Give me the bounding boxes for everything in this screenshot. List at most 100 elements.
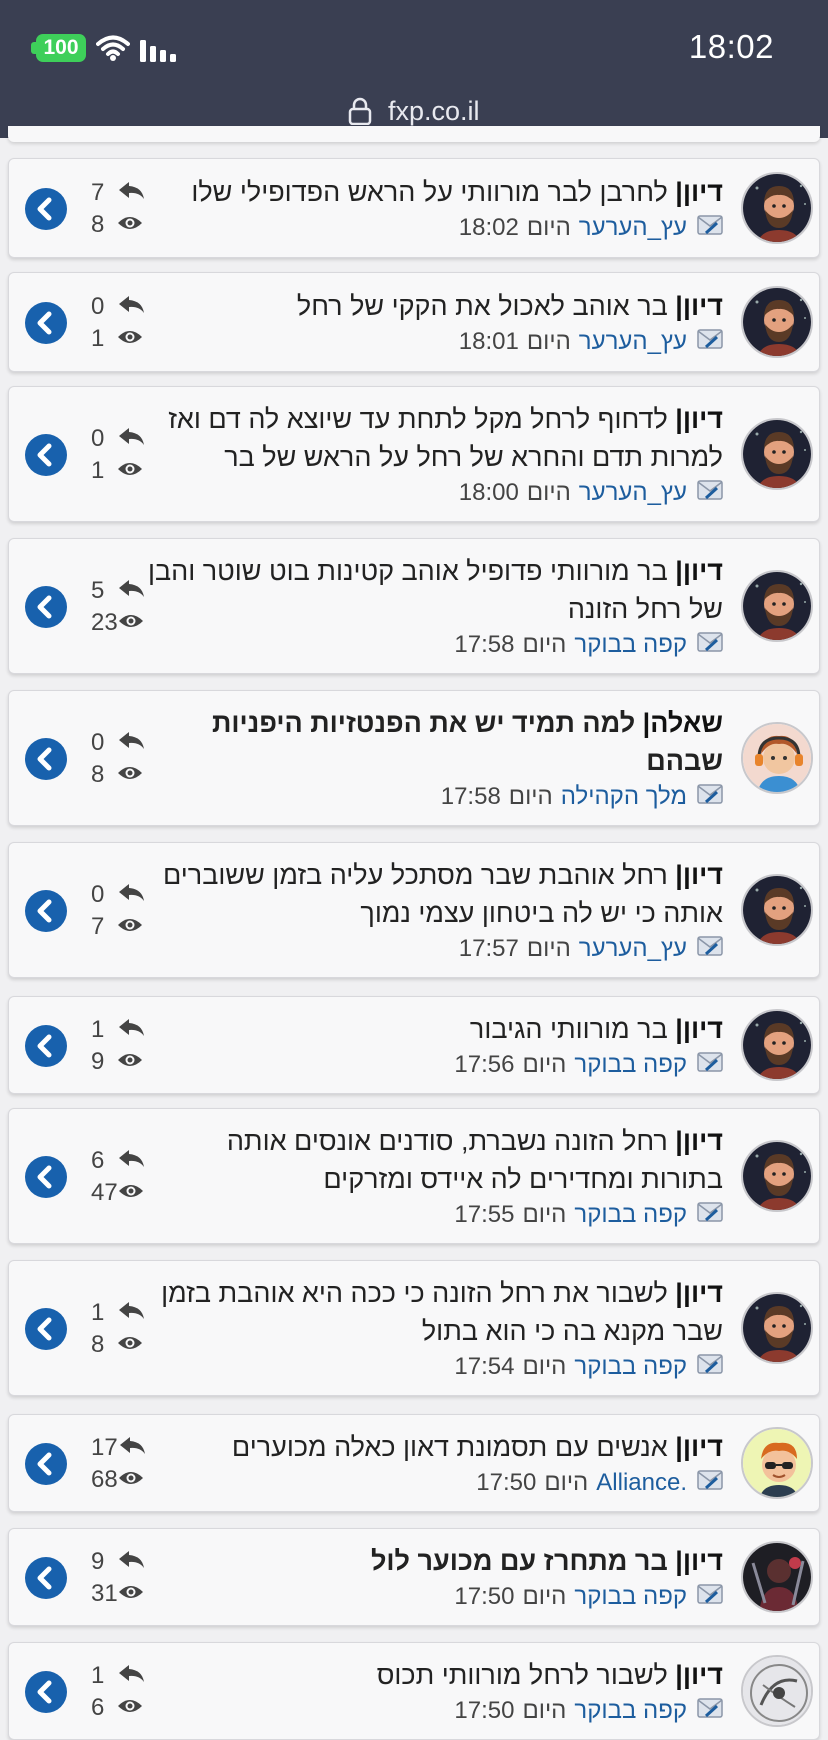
thread-title[interactable]: דיון| לשבור לרחל מורוותי תכוס [143,1656,723,1694]
thread-meta: קפה בבוקר היום 17:54 [143,1350,723,1384]
reply-count: 1 [91,1299,105,1326]
view-count: 8 [91,211,105,238]
thread-author[interactable]: קפה בבוקר [574,1198,687,1232]
go-to-thread-button[interactable] [25,302,67,344]
thread-author[interactable]: .Alliance [596,1466,687,1500]
reply-count: 6 [91,1147,105,1174]
view-count: 8 [91,761,105,788]
bearded-man-avatar[interactable] [741,1292,813,1364]
view-count-row: 31 [91,1578,161,1610]
thread-day: היום [544,1469,589,1496]
thread-card[interactable]: דיון| בר אוהב לאכול את הקקי של רחל עץ_הע… [8,272,820,372]
thread-author[interactable]: קפה בבוקר [574,1580,687,1614]
bearded-man-avatar[interactable] [741,1009,813,1081]
thread-card[interactable]: דיון| בר מורוותי הגיבור קפה בבוקר היום 1… [8,996,820,1094]
thread-stats: 0 1 [91,423,161,487]
thread-title[interactable]: דיון| רחל הזונה נשברת, סודנים אונסים אות… [143,1122,723,1198]
thread-title-text: רחל הזונה נשברת, סודנים אונסים אותה בתור… [226,1126,723,1194]
reply-icon [117,425,145,453]
thread-title[interactable]: דיון| לשבור את רחל הזונה כי ככה היא אוהב… [143,1274,723,1350]
go-to-thread-button[interactable] [25,1443,67,1485]
reply-count: 7 [91,179,105,206]
envelope-icon [697,1694,723,1728]
go-to-thread-button[interactable] [25,738,67,780]
thread-card[interactable]: דיון| לשבור את רחל הזונה כי ככה היא אוהב… [8,1260,820,1396]
go-to-thread-button[interactable] [25,890,67,932]
bearded-man-avatar[interactable] [741,570,813,642]
thread-title[interactable]: דיון| בר אוהב לאכול את הקקי של רחל [143,287,723,325]
bearded-man-avatar[interactable] [741,874,813,946]
thread-author[interactable]: עץ_הערער [579,476,687,510]
status-bar: 100 18:02 fxp.co.il [0,0,828,138]
address-bar[interactable]: fxp.co.il [0,96,828,127]
thread-title[interactable]: דיון| בר מורוותי פדופיל אוהב קטינות בוט … [143,552,723,628]
envelope-icon [697,1350,723,1384]
dark-figure-avatar[interactable] [741,1541,813,1613]
thread-meta: .Alliance היום 17:50 [143,1466,723,1500]
thread-title[interactable]: דיון| אנשים עם תסמונת דאון כאלה מכוערים [143,1428,723,1466]
go-to-thread-button[interactable] [25,1557,67,1599]
eye-icon [118,1466,144,1494]
envelope-icon [697,1580,723,1614]
thread-author[interactable]: עץ_הערער [579,932,687,966]
thread-title[interactable]: דיון| בר מתחרז עם מכוער לול [143,1542,723,1580]
thread-card[interactable]: דיון| רחל הזונה נשברת, סודנים אונסים אות… [8,1108,820,1244]
reply-count: 0 [91,293,105,320]
thread-day: היום [522,1697,567,1724]
thread-title-text: לשבור לרחל מורוותי תכוס [376,1660,668,1690]
thread-meta: עץ_הערער היום 18:00 [143,476,723,510]
thread-title[interactable]: דיון| לחרבן לבר מורוותי על הראש הפדופילי… [143,173,723,211]
thread-meta: קפה בבוקר היום 17:58 [143,628,723,662]
go-to-thread-button[interactable] [25,188,67,230]
thread-author[interactable]: קפה בבוקר [574,1694,687,1728]
bearded-man-avatar[interactable] [741,172,813,244]
sunglasses-boy-avatar[interactable] [741,1427,813,1499]
go-to-thread-button[interactable] [25,1025,67,1067]
thread-author[interactable]: קפה בבוקר [574,1048,687,1082]
thread-title[interactable]: דיון| רחל אוהבת שבר מסתכל עליה בזמן ששוב… [143,856,723,932]
sketch-avatar[interactable] [741,1655,813,1727]
envelope-icon [697,780,723,814]
thread-card[interactable]: דיון| לדחוף לרחל מקל לתחת עד שיוצא לה דם… [8,386,820,522]
thread-stats: 0 8 [91,727,161,791]
eye-icon [117,1331,143,1359]
thread-title[interactable]: דיון| לדחוף לרחל מקל לתחת עד שיוצא לה דם… [143,400,723,476]
wifi-icon [96,34,130,66]
previous-thread-card-edge [8,126,820,142]
thread-card[interactable]: דיון| לשבור לרחל מורוותי תכוס קפה בבוקר … [8,1642,820,1740]
thread-author[interactable]: קפה בבוקר [574,628,687,662]
thread-author[interactable]: עץ_הערער [579,211,687,245]
reply-icon [117,729,145,757]
view-count-row: 1 [91,323,161,355]
go-to-thread-button[interactable] [25,1671,67,1713]
view-count-row: 8 [91,759,161,791]
thread-card[interactable]: דיון| אנשים עם תסמונת דאון כאלה מכוערים … [8,1414,820,1512]
thread-author[interactable]: עץ_הערער [579,325,687,359]
thread-stats: 9 31 [91,1546,161,1610]
envelope-icon [697,628,723,662]
thread-card[interactable]: דיון| בר מורוותי פדופיל אוהב קטינות בוט … [8,538,820,674]
thread-card[interactable]: דיון| בר מתחרז עם מכוער לול קפה בבוקר הי… [8,1528,820,1626]
thread-time: 17:55 [454,1201,515,1228]
thread-title[interactable]: דיון| בר מורוותי הגיבור [143,1010,723,1048]
thread-card[interactable]: דיון| רחל אוהבת שבר מסתכל עליה בזמן ששוב… [8,842,820,978]
thread-stats: 7 8 [91,177,161,241]
thread-author[interactable]: מלך הקהילה [561,780,687,814]
thread-card[interactable]: שאלה| למה תמיד יש את הפנטזיות היפניות שב… [8,690,820,826]
thread-stats: 17 68 [91,1432,161,1496]
bearded-man-avatar[interactable] [741,418,813,490]
thread-author[interactable]: קפה בבוקר [574,1350,687,1384]
eye-icon [117,457,143,485]
thread-card[interactable]: דיון| לחרבן לבר מורוותי על הראש הפדופילי… [8,158,820,258]
go-to-thread-button[interactable] [25,1156,67,1198]
thread-meta: קפה בבוקר היום 17:56 [143,1048,723,1082]
go-to-thread-button[interactable] [25,586,67,628]
bearded-man-avatar[interactable] [741,1140,813,1212]
go-to-thread-button[interactable] [25,1308,67,1350]
go-to-thread-button[interactable] [25,434,67,476]
thread-time: 17:58 [440,783,501,810]
envelope-icon [697,1198,723,1232]
thread-title[interactable]: שאלה| למה תמיד יש את הפנטזיות היפניות שב… [143,704,723,780]
bearded-man-avatar[interactable] [741,286,813,358]
headset-boy-avatar[interactable] [741,722,813,794]
